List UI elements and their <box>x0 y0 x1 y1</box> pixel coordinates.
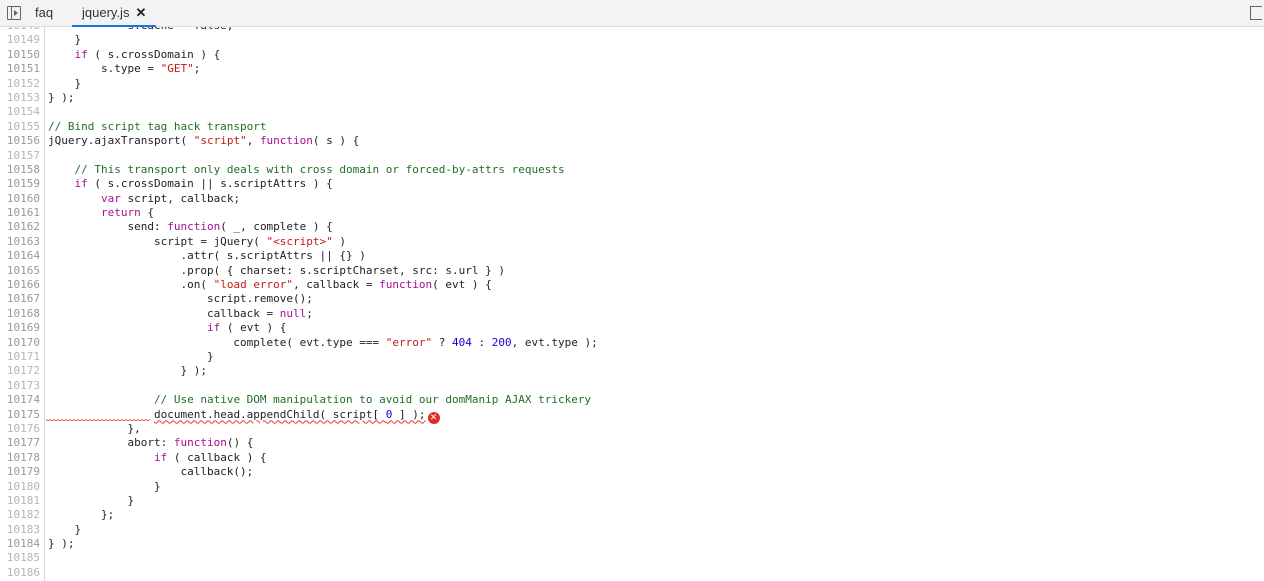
code-text: } <box>48 76 82 90</box>
code-text: if ( evt ) { <box>206 321 287 335</box>
line-number[interactable]: 10161 <box>0 206 40 220</box>
line-number[interactable]: 10172 <box>0 364 40 378</box>
code-text: .prop( { charset: s.scriptCharset, src: … <box>48 263 505 277</box>
code-text: }; <box>48 508 115 522</box>
code-text: callback(); <box>48 465 254 479</box>
code-text: // This transport only deals with cross … <box>74 162 565 176</box>
line-number[interactable]: 10168 <box>0 307 40 321</box>
line-number[interactable]: 10153 <box>0 91 40 105</box>
line-number[interactable]: 10184 <box>0 537 40 551</box>
line-number[interactable]: 10151 <box>0 62 40 76</box>
code-text: } ); <box>48 364 207 378</box>
tab-label: faq <box>35 5 54 20</box>
code-text: callback = null; <box>48 306 313 320</box>
debugger-toggle-icon[interactable] <box>1250 6 1262 20</box>
code-text: }, <box>48 421 141 435</box>
line-number[interactable]: 10171 <box>0 350 40 364</box>
line-number[interactable]: 10176 <box>0 422 40 436</box>
code-text: script = jQuery( "<script>" ) <box>48 234 347 248</box>
code-text: abort: function() { <box>48 436 254 450</box>
line-number[interactable]: 10177 <box>0 436 40 450</box>
error-icon[interactable]: ✕ <box>427 411 440 424</box>
line-number[interactable]: 10179 <box>0 465 40 479</box>
line-number[interactable]: 10158 <box>0 163 40 177</box>
line-number[interactable]: 10170 <box>0 336 40 350</box>
code-text: if ( s.crossDomain || s.scriptAttrs ) { <box>74 177 333 191</box>
line-number[interactable]: 10186 <box>0 566 40 580</box>
tab-label: jquery.js <box>82 5 130 20</box>
line-number[interactable]: 10160 <box>0 192 40 206</box>
code-text: jQuery.ajaxTransport( "script", function… <box>48 134 360 148</box>
line-number[interactable]: 10157 <box>0 149 40 163</box>
code-text: } ); <box>48 90 75 104</box>
code-text: } <box>48 349 214 363</box>
line-number[interactable]: 10173 <box>0 379 40 393</box>
code-text: // Use native DOM manipulation to avoid … <box>153 393 592 407</box>
line-number[interactable]: 10180 <box>0 480 40 494</box>
navigator-toggle-icon[interactable] <box>7 6 21 20</box>
code-text: s.type = "GET"; <box>48 62 201 76</box>
code-text: script.remove(); <box>48 292 313 306</box>
line-number[interactable]: 10154 <box>0 105 40 119</box>
tab-jquery-js[interactable]: jquery.js ✕ <box>72 0 157 27</box>
code-text: } <box>48 479 161 493</box>
code-text: if ( callback ) { <box>153 450 267 464</box>
line-number[interactable]: 10181 <box>0 494 40 508</box>
code-text: .attr( s.scriptAttrs || {} ) <box>48 249 366 263</box>
line-number[interactable]: 10166 <box>0 278 40 292</box>
code-text: } <box>48 493 135 507</box>
code-text: if ( s.crossDomain ) { <box>74 47 221 61</box>
code-text: .on( "load error", callback = function( … <box>48 278 492 292</box>
line-number[interactable]: 10174 <box>0 393 40 407</box>
code-text: // Bind script tag hack transport <box>48 119 267 133</box>
tab-faq[interactable]: faq <box>35 0 53 26</box>
line-number[interactable]: 10169 <box>0 321 40 335</box>
code-text: } <box>48 522 82 536</box>
line-number[interactable]: 10164 <box>0 249 40 263</box>
line-number[interactable]: 10183 <box>0 523 40 537</box>
code-text: send: function( _, complete ) { <box>48 220 333 234</box>
code-text: complete( evt.type === "error" ? 404 : 2… <box>48 335 598 349</box>
line-number[interactable]: 10175 <box>0 408 40 422</box>
line-number[interactable]: 10149 <box>0 33 40 47</box>
line-number[interactable]: 10165 <box>0 264 40 278</box>
tab-bar: faq jquery.js ✕ <box>0 0 1264 27</box>
line-number[interactable]: 10167 <box>0 292 40 306</box>
code-text: var script, callback; <box>100 191 241 205</box>
code-editor[interactable]: 10148 s.cache = false;10149 }10150 if ( … <box>0 27 1264 581</box>
line-number[interactable]: 10156 <box>0 134 40 148</box>
line-number[interactable]: 10162 <box>0 220 40 234</box>
line-number[interactable]: 10185 <box>0 551 40 565</box>
line-number[interactable]: 10178 <box>0 451 40 465</box>
code-text: return { <box>100 206 154 220</box>
line-number[interactable]: 10159 <box>0 177 40 191</box>
code-text: } <box>48 33 82 47</box>
line-number[interactable]: 10152 <box>0 77 40 91</box>
line-number[interactable]: 10163 <box>0 235 40 249</box>
code-text: } ); <box>48 537 75 551</box>
line-number[interactable]: 10150 <box>0 48 40 62</box>
line-number[interactable]: 10182 <box>0 508 40 522</box>
close-icon[interactable]: ✕ <box>135 5 146 20</box>
line-number[interactable]: 10155 <box>0 120 40 134</box>
error-squiggle <box>46 417 150 422</box>
